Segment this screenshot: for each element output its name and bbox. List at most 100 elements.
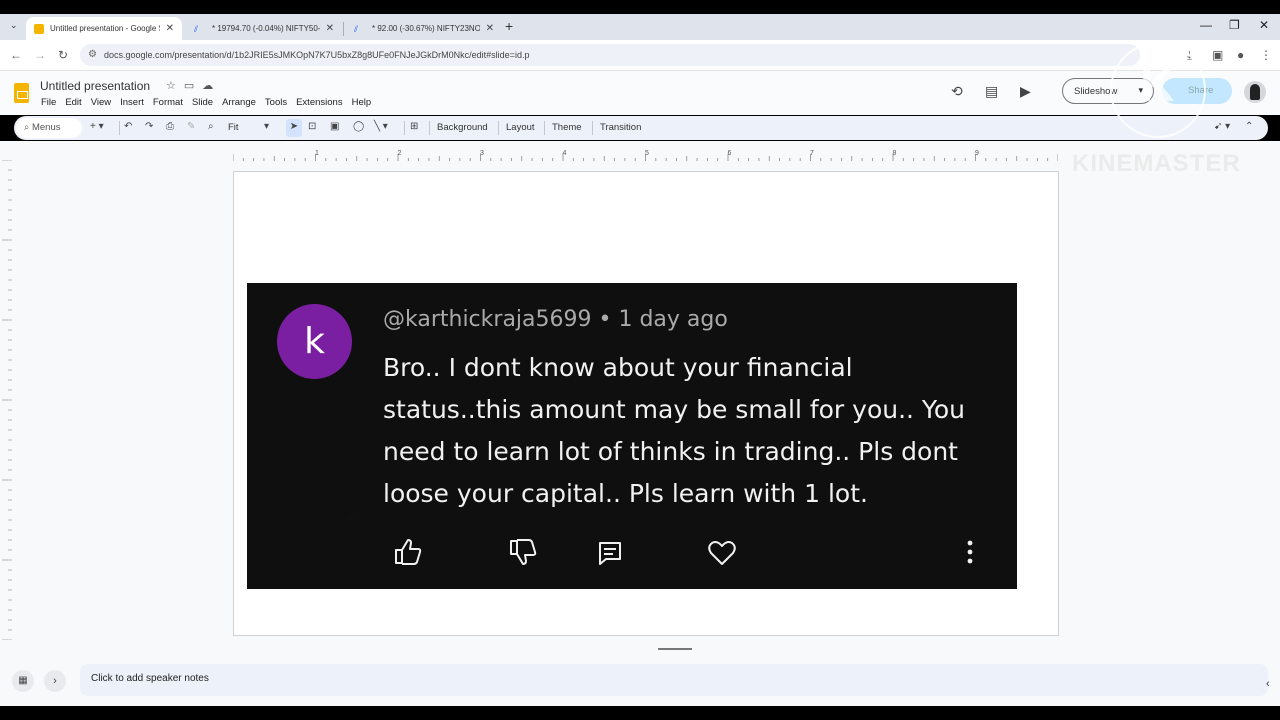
ruler-label: 7 (810, 150, 814, 157)
minimize-button[interactable]: — (1200, 18, 1212, 32)
close-tab-icon[interactable]: ✕ (486, 23, 494, 34)
side-panel-toggle-icon[interactable]: ‹ (1266, 678, 1270, 690)
chart-favicon-icon: ⫽ (354, 23, 359, 34)
reload-icon[interactable]: ↻ (58, 48, 68, 62)
comment-text: Bro.. I dont know about your financial s… (383, 353, 966, 508)
toolbar-separator (498, 121, 499, 135)
toolbar-separator (404, 121, 405, 135)
slides-favicon-icon (34, 23, 44, 34)
comment-meta: @karthickraja5699 • 1 day ago (383, 307, 728, 332)
menu-tools[interactable]: Tools (265, 97, 287, 108)
kinemaster-watermark: KINEMASTER (1072, 150, 1241, 177)
more-options-icon (967, 540, 973, 564)
close-tab-icon[interactable]: ✕ (326, 23, 334, 34)
menu-bar: File Edit View Insert Format Slide Arran… (41, 97, 371, 108)
close-tab-icon[interactable]: ✕ (166, 23, 174, 34)
ruler-label: 6 (728, 150, 732, 157)
thumbs-up-icon (395, 539, 422, 565)
speaker-notes-field[interactable]: Click to add speaker notes (80, 664, 1268, 696)
user-avatar[interactable] (1244, 81, 1266, 103)
expand-filmstrip-icon[interactable]: › (44, 670, 66, 692)
tab-nifty-option[interactable]: ⫽ * 92.00 (-30.67%) NIFTY23NOV ✕ (346, 17, 502, 40)
version-history-icon[interactable]: ⟲ (951, 83, 963, 100)
text-box-icon[interactable]: ⊡ (308, 121, 316, 132)
horizontal-ruler: 1 2 3 4 5 6 7 8 9 (233, 150, 1058, 161)
browser-menu-icon[interactable]: ⋮ (1260, 48, 1272, 62)
address-bar-row: ← → ↻ ⚙ docs.google.com/presentation/d/1… (0, 40, 1280, 71)
toolbar-separator (544, 121, 545, 135)
toolbar-separator (592, 121, 593, 135)
paint-format-icon[interactable]: ✎ (187, 121, 195, 132)
search-menus-label: Menus (31, 122, 61, 133)
add-comment-icon[interactable]: ⊞ (410, 121, 418, 132)
notes-resize-handle[interactable] (658, 648, 692, 650)
menu-extensions[interactable]: Extensions (296, 97, 342, 108)
tab-nifty-index[interactable]: ⫽ * 19794.70 (-0.04%) NIFTY50-INDEX ✕ (186, 17, 342, 40)
menu-view[interactable]: View (91, 97, 111, 108)
menu-insert[interactable]: Insert (120, 97, 144, 108)
reply-comment-icon (599, 542, 621, 565)
new-tab-button[interactable]: + (505, 18, 513, 34)
url-field[interactable]: ⚙ docs.google.com/presentation/d/1b2JRIE… (80, 44, 1140, 66)
zoom-icon[interactable]: ⌕ (208, 121, 214, 132)
thumbs-down-icon (510, 539, 537, 565)
ruler-label: 3 (480, 150, 484, 157)
close-window-button[interactable]: ✕ (1259, 18, 1269, 32)
search-icon: ⌕ (24, 122, 30, 133)
menu-edit[interactable]: Edit (65, 97, 81, 108)
move-folder-icon[interactable]: ▭ (184, 80, 202, 92)
document-title[interactable]: Untitled presentation (40, 79, 150, 93)
slides-logo-icon[interactable] (14, 83, 29, 103)
back-icon[interactable]: ← (10, 48, 22, 62)
insert-image-icon[interactable]: ▣ (330, 121, 339, 132)
comment-image[interactable]: k @karthickraja5699 • 1 day ago Bro.. I … (247, 283, 1017, 589)
ruler-label: 5 (645, 150, 649, 157)
forward-icon[interactable]: → (34, 48, 46, 62)
undo-icon[interactable]: ↶ (124, 121, 132, 132)
ruler-label: 9 (975, 150, 979, 157)
transition-button[interactable]: Transition (600, 122, 641, 133)
collapse-toolbar-icon[interactable]: ⌃ (1245, 121, 1253, 132)
profile-icon[interactable]: ● (1237, 48, 1244, 62)
site-info-icon[interactable]: ⚙ (88, 49, 97, 60)
star-icon[interactable]: ☆ (166, 80, 184, 92)
search-menus-input[interactable]: ⌕ Menus (16, 118, 82, 138)
move-cursor-icon: ✥ (346, 512, 357, 527)
comment-actions (247, 533, 1017, 573)
zoom-dropdown-icon[interactable]: ▾ (264, 121, 269, 132)
speaker-notes-placeholder: Click to add speaker notes (91, 673, 209, 684)
redo-icon[interactable]: ↷ (145, 121, 153, 132)
zoom-select[interactable]: Fit (228, 122, 239, 133)
kinemaster-k-icon: K (1140, 59, 1175, 112)
menu-file[interactable]: File (41, 97, 56, 108)
toolbar-separator (119, 121, 120, 135)
slides-toolbar: ⌕ Menus + ▾ ↶ ↷ ⎙ ✎ ⌕ Fit ▾ ➤ ⊡ ▣ ◯ ╲ ▾ … (14, 116, 1268, 140)
title-action-icons: ☆▭☁ (166, 79, 221, 92)
layout-button[interactable]: Layout (506, 122, 535, 133)
tab-title: * 19794.70 (-0.04%) NIFTY50-INDEX (212, 24, 320, 33)
new-slide-icon[interactable]: + ▾ (90, 121, 104, 132)
tab-title: Untitled presentation - Google Slides (50, 24, 160, 33)
restore-button[interactable]: ❐ (1229, 18, 1240, 32)
theme-button[interactable]: Theme (552, 122, 582, 133)
grid-view-icon[interactable]: ▦ (12, 670, 34, 692)
tab-slides[interactable]: Untitled presentation - Google Slides ✕ (26, 17, 182, 40)
select-cursor-icon[interactable]: ➤ (286, 119, 302, 137)
background-button[interactable]: Background (437, 122, 488, 133)
line-icon[interactable]: ╲ ▾ (374, 121, 388, 132)
side-panel-icon[interactable]: ▣ (1212, 48, 1223, 62)
meet-camera-icon[interactable]: ▶ (1020, 83, 1031, 100)
comments-icon[interactable]: ▤ (985, 83, 998, 100)
browser-tab-bar: ⌄ Untitled presentation - Google Slides … (0, 14, 1280, 40)
menu-format[interactable]: Format (153, 97, 183, 108)
shape-icon[interactable]: ◯ (353, 121, 364, 132)
ruler-label: 2 (398, 150, 402, 157)
slides-header: Untitled presentation ☆▭☁ File Edit View… (0, 71, 1280, 115)
menu-slide[interactable]: Slide (192, 97, 213, 108)
tab-search-icon[interactable]: ⌄ (10, 20, 18, 31)
print-icon[interactable]: ⎙ (166, 121, 174, 132)
menu-help[interactable]: Help (352, 97, 372, 108)
input-tools-icon[interactable]: ➹ ▾ (1214, 121, 1230, 132)
cloud-status-icon[interactable]: ☁ (202, 80, 221, 92)
menu-arrange[interactable]: Arrange (222, 97, 256, 108)
